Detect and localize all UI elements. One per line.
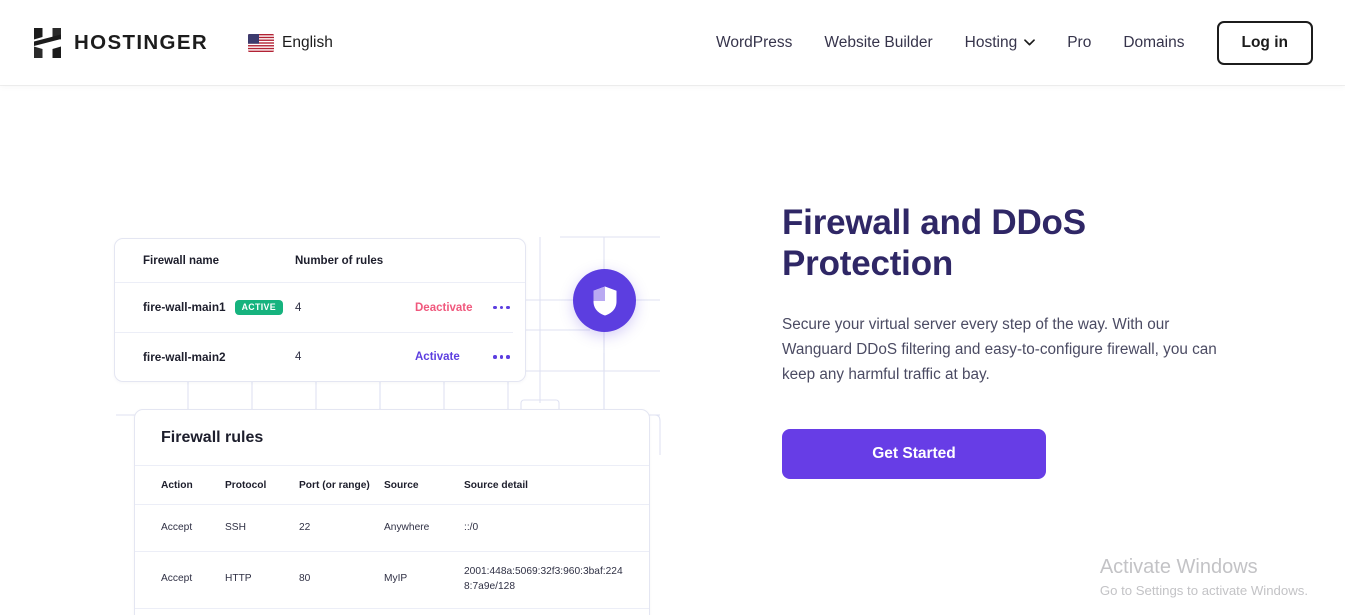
nav-item-pro[interactable]: Pro (1051, 34, 1107, 52)
rule-port-cell: 80 (299, 573, 311, 585)
shield-badge (573, 269, 636, 332)
site-header: HOSTINGER English WordPress Website Buil… (0, 0, 1345, 85)
more-options-icon[interactable] (493, 355, 510, 359)
rule-protocol-cell: SSH (225, 521, 246, 533)
rule-source-detail-cell: 2001:448a:5069:32f3:960:3baf:2248:7a9e/1… (464, 566, 623, 592)
rules-count-cell: 4 (295, 351, 302, 363)
column-header-firewall-name: Firewall name (143, 255, 220, 267)
firewall-illustration: Firewall name Number of rules fire-wall-… (0, 85, 700, 615)
table-row: Drop Any 0 - 65535 Custom 128.0.0.1 (135, 609, 649, 615)
table-row[interactable]: fire-wall-main2 4 Activate (115, 332, 513, 381)
us-flag-icon (248, 33, 275, 52)
firewall-name-cell: fire-wall-main1 ACTIVE (143, 299, 295, 316)
nav-item-website-builder[interactable]: Website Builder (808, 34, 948, 52)
firewalls-table-header: Firewall name Number of rules (115, 239, 525, 283)
main-navigation: WordPress Website Builder Hosting Pro Do… (700, 20, 1313, 65)
brand-logo[interactable]: HOSTINGER (34, 27, 209, 58)
language-selector[interactable]: English (248, 33, 333, 52)
rule-source-cell: Anywhere (384, 521, 430, 533)
firewall-rules-card: Firewall rules Action Protocol Port (or … (134, 409, 650, 615)
table-row[interactable]: fire-wall-main1 ACTIVE 4 Deactivate (115, 283, 525, 332)
column-header-source-detail: Source detail (464, 480, 528, 491)
hero-section: Firewall name Number of rules fire-wall-… (0, 85, 1345, 615)
hostinger-h-logo-icon (34, 27, 61, 58)
nav-item-hosting[interactable]: Hosting (949, 34, 1052, 52)
rule-source-detail-cell: ::/0 (464, 521, 479, 533)
rule-action-cell: Accept (161, 521, 193, 533)
hero-content: Firewall and DDoS Protection Secure your… (700, 85, 1230, 615)
rules-count-cell: 4 (295, 301, 302, 314)
status-badge: ACTIVE (234, 299, 283, 316)
column-header-number-of-rules: Number of rules (295, 255, 384, 267)
rule-protocol-cell: HTTP (225, 573, 252, 585)
firewall-rules-title: Firewall rules (135, 410, 649, 466)
nav-label: Hosting (964, 33, 1018, 51)
rules-table-header: Action Protocol Port (or range) Source S… (135, 466, 649, 505)
language-label: English (282, 33, 333, 51)
column-header-port: Port (or range) (299, 480, 370, 491)
nav-label: Website Builder (824, 33, 933, 51)
table-row: Accept HTTP 80 MyIP 2001:448a:5069:32f3:… (135, 552, 649, 609)
page-title: Firewall and DDoS Protection (782, 203, 1086, 283)
chevron-down-icon (1024, 39, 1036, 46)
more-options-icon[interactable] (493, 305, 510, 310)
activate-link[interactable]: Activate (415, 351, 493, 363)
rule-port-cell: 22 (299, 521, 311, 533)
hero-description: Secure your virtual server every step of… (782, 316, 1217, 383)
firewall-name-text: fire-wall-main2 (143, 350, 226, 364)
column-header-source: Source (384, 480, 419, 491)
nav-label: Pro (1067, 33, 1092, 51)
login-button[interactable]: Log in (1216, 20, 1313, 65)
nav-label: WordPress (716, 33, 793, 51)
firewall-name-cell: fire-wall-main2 (143, 350, 295, 364)
column-header-action: Action (161, 480, 193, 491)
firewalls-card: Firewall name Number of rules fire-wall-… (114, 238, 526, 382)
table-row: Accept SSH 22 Anywhere ::/0 (135, 505, 649, 552)
nav-item-wordpress[interactable]: WordPress (700, 34, 808, 52)
firewall-name-text: fire-wall-main1 (143, 300, 226, 315)
get-started-button[interactable]: Get Started (782, 429, 1046, 480)
rule-action-cell: Accept (161, 573, 193, 585)
deactivate-link[interactable]: Deactivate (415, 302, 493, 314)
nav-item-domains[interactable]: Domains (1107, 34, 1200, 52)
column-header-protocol: Protocol (225, 480, 267, 491)
shield-icon (593, 286, 616, 315)
brand-name: HOSTINGER (74, 30, 209, 54)
rule-source-cell: MyIP (384, 573, 408, 585)
nav-label: Domains (1123, 33, 1185, 51)
